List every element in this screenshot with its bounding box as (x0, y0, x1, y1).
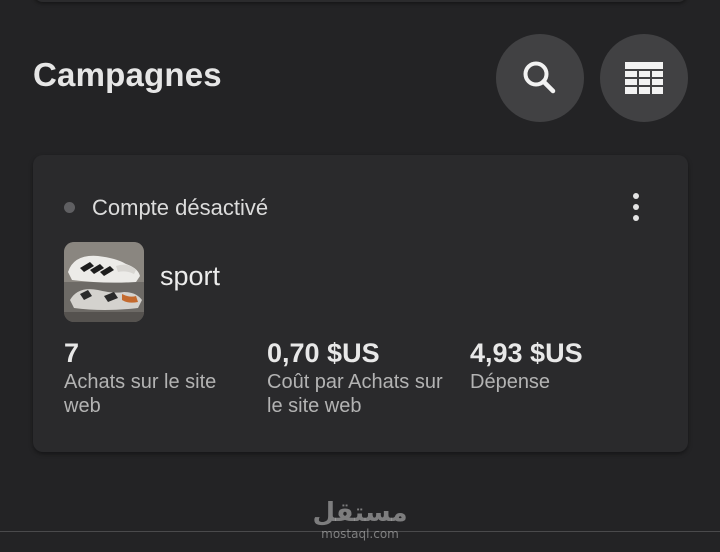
search-button[interactable] (496, 34, 584, 122)
metric-label: Coût par Achats sur le site web (267, 371, 443, 417)
metric-value: 4,93 $US (470, 338, 583, 368)
previous-card-edge (33, 0, 688, 2)
metric-value: 7 (64, 338, 80, 368)
watermark-logo: مستقل mostaql.com (310, 498, 410, 540)
more-options-icon[interactable] (621, 189, 651, 225)
campaign-name[interactable]: sport (160, 261, 220, 292)
watermark-main: مستقل (312, 498, 408, 528)
metric-purchases: 7 Achats sur le site web (64, 338, 254, 418)
campaign-status: Compte désactivé (92, 195, 269, 220)
campaign-thumbnail (64, 242, 144, 322)
metric-cost-per-purchase: 0,70 $US Coût par Achats sur le site web (267, 338, 462, 418)
table-icon (625, 62, 663, 94)
status-dot (64, 202, 75, 213)
search-icon (523, 61, 556, 94)
campaign-card[interactable]: Compte désactivé sport 7 Achats sur le s… (33, 155, 688, 452)
page-title: Campagnes (33, 56, 222, 93)
watermark-sub: mostaql.com (321, 527, 399, 541)
metric-value: 0,70 $US (267, 338, 380, 368)
sneakers-image (64, 242, 144, 322)
metric-label: Achats sur le site web (64, 371, 217, 417)
metric-spend: 4,93 $US Dépense (470, 338, 650, 394)
metric-label: Dépense (470, 371, 551, 393)
table-view-button[interactable] (600, 34, 688, 122)
